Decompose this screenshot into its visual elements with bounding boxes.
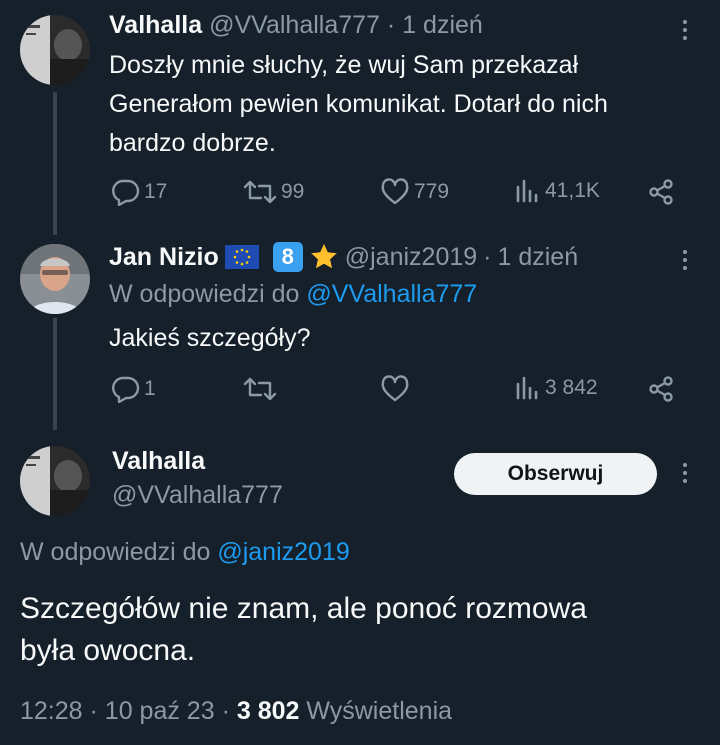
avatar-valhalla[interactable]: [20, 15, 90, 85]
tweet-meta: 12:28 · 10 paź 23 · 3 802 Wyświetlenia: [20, 697, 452, 726]
reply-to-link[interactable]: @janiz2019: [217, 538, 349, 566]
reply-prefix: W odpowiedzi do: [20, 538, 211, 566]
reply-context: W odpowiedzi do @VValhalla777: [109, 280, 477, 309]
avatar-jan-nizio[interactable]: [20, 244, 90, 314]
tweet3-text: Szczegółów nie znam, ale ponoć rozmowa b…: [20, 588, 587, 672]
separator: ·: [89, 697, 98, 725]
views-count: 41,1K: [545, 179, 600, 202]
post-time[interactable]: 12:28: [20, 697, 83, 725]
handle[interactable]: @janiz2019: [345, 243, 477, 272]
reply-to-link[interactable]: @VValhalla777: [306, 280, 477, 308]
post-date[interactable]: 10 paź 23: [105, 697, 215, 725]
reply-context: W odpowiedzi do @janiz2019: [20, 538, 350, 567]
heart-icon: [381, 375, 409, 402]
thread-line: [53, 92, 57, 235]
share-button[interactable]: [647, 375, 675, 403]
more-options-icon[interactable]: [673, 18, 697, 42]
share-icon: [649, 179, 673, 205]
views-count: 3 842: [545, 376, 598, 399]
tweet2-text: Jakieś szczegóły?: [109, 324, 311, 352]
tweet-text-line: Doszły mnie słuchy, że wuj Sam przekazał: [109, 51, 579, 79]
display-name[interactable]: Valhalla: [112, 447, 205, 476]
display-name[interactable]: Valhalla: [109, 11, 202, 39]
views-icon: [516, 179, 538, 203]
more-options-icon[interactable]: [673, 461, 697, 485]
views-count: 3 802: [236, 697, 300, 725]
share-icon: [649, 376, 673, 402]
star-icon: [309, 242, 339, 272]
reply-count: 1: [144, 377, 156, 400]
thread-line: [53, 318, 57, 430]
display-name[interactable]: Jan Nizio: [109, 243, 219, 272]
reply-icon: [112, 179, 140, 206]
like-button[interactable]: [380, 375, 414, 403]
separator: ·: [386, 11, 396, 39]
number-badge-icon: 8: [272, 242, 303, 272]
views-button[interactable]: 41,1K: [515, 178, 600, 204]
views-button[interactable]: 3 842: [515, 375, 598, 401]
avatar-valhalla[interactable]: [20, 446, 90, 516]
tweet-text-line: była owocna.: [20, 634, 196, 667]
more-options-icon[interactable]: [673, 248, 697, 272]
eu-flag-icon: [224, 245, 259, 269]
handle[interactable]: @VValhalla777: [209, 11, 380, 39]
reply-button[interactable]: 17: [110, 178, 167, 206]
share-button[interactable]: [647, 178, 675, 206]
retweet-count: 99: [281, 180, 305, 203]
reply-prefix: W odpowiedzi do: [109, 280, 300, 308]
tweet1-text: Doszły mnie słuchy, że wuj Sam przekazał…: [109, 46, 608, 163]
heart-icon: [381, 178, 409, 205]
retweet-icon: [243, 377, 277, 401]
reply-button[interactable]: 1: [110, 375, 156, 403]
separator: ·: [221, 697, 230, 725]
tweet1-header: Valhalla @VValhalla777 · 1 dzień: [109, 11, 483, 40]
like-button[interactable]: 779: [380, 178, 449, 206]
tweet-text-line: Szczegółów nie znam, ale ponoć rozmowa: [20, 592, 587, 625]
views-label: Wyświetlenia: [306, 697, 453, 725]
tweet2-header: Jan Nizio 8 @janiz2019 · 1 dzień: [109, 242, 578, 272]
reply-count: 17: [144, 180, 168, 203]
follow-button[interactable]: Obserwuj: [454, 453, 657, 495]
timestamp[interactable]: 1 dzień: [498, 243, 579, 272]
retweet-button[interactable]: 99: [243, 178, 304, 206]
timestamp[interactable]: 1 dzień: [402, 11, 483, 39]
like-count: 779: [414, 180, 450, 203]
retweet-icon: [243, 180, 277, 204]
separator: ·: [483, 242, 492, 271]
tweet-text-line: Generałom pewien komunikat. Dotarł do ni…: [109, 90, 608, 118]
retweet-button[interactable]: [243, 375, 281, 403]
reply-icon: [112, 376, 140, 403]
handle[interactable]: @VValhalla777: [112, 481, 283, 510]
views-icon: [516, 376, 538, 400]
tweet-text-line: bardzo dobrze.: [109, 129, 276, 157]
